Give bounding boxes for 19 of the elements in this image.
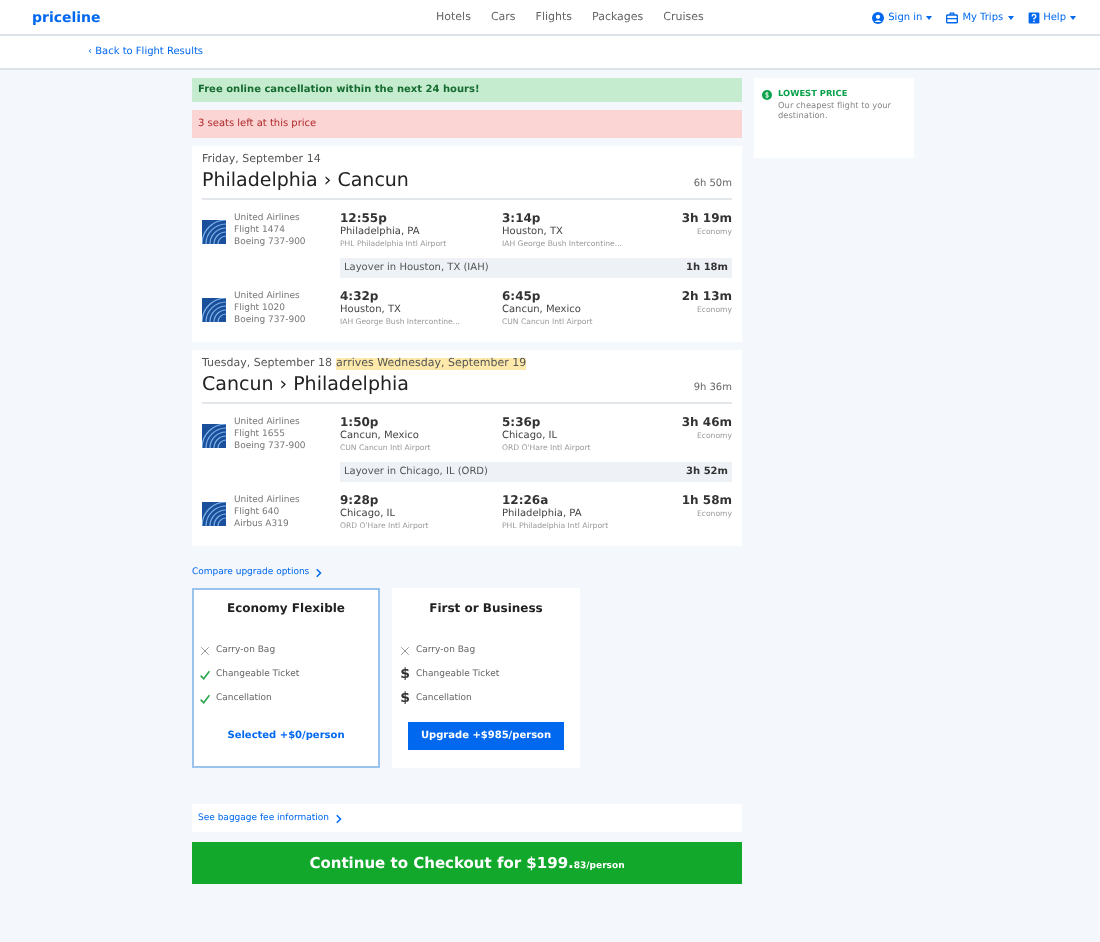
check-icon [200, 693, 210, 703]
chevron-icon [315, 568, 322, 578]
x-icon [200, 645, 210, 655]
chevron-icon [335, 813, 341, 823]
airline-logo [202, 424, 226, 448]
caret-icon [1007, 15, 1014, 19]
airline-logo [202, 298, 226, 322]
caret-icon [926, 15, 933, 19]
help-icon [1027, 11, 1040, 23]
dollar-badge-icon [762, 90, 772, 100]
suitcase-icon [946, 11, 959, 23]
user-icon [872, 11, 885, 23]
caret-icon [1070, 15, 1076, 19]
x-icon [400, 645, 410, 655]
check-icon [200, 669, 210, 679]
airline-logo [202, 220, 226, 244]
route-title: Philadelphia › Cancun [202, 170, 409, 192]
airline-logo [202, 502, 226, 526]
route-title: Cancun › Philadelphia [202, 374, 409, 396]
